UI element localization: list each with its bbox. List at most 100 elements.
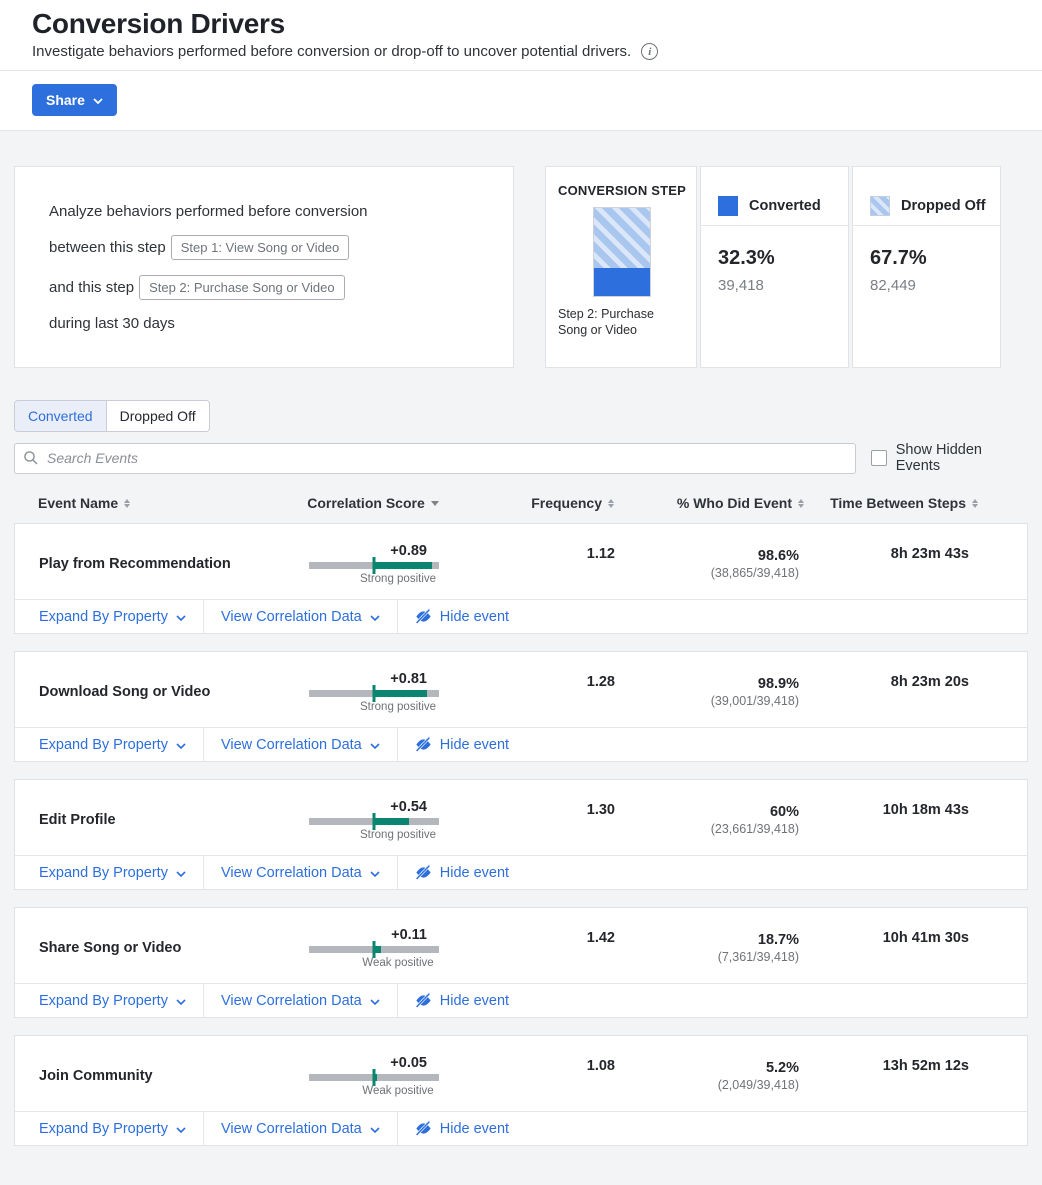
conversion-step-caption: Step 2: Purchase Song or Video bbox=[558, 306, 686, 339]
who-did-event-percent: 5.2% bbox=[718, 1060, 799, 1076]
info-icon[interactable]: i bbox=[641, 43, 658, 60]
eye-off-icon bbox=[415, 608, 432, 625]
view-correlation-data-button[interactable]: View Correlation Data bbox=[204, 1112, 398, 1145]
column-header-correlation-score[interactable]: Correlation Score bbox=[307, 495, 438, 511]
hide-event-button[interactable]: Hide event bbox=[398, 856, 526, 889]
dropped-legend-label: Dropped Off bbox=[901, 198, 986, 214]
view-correlation-data-button[interactable]: View Correlation Data bbox=[204, 984, 398, 1017]
expand-by-property-button[interactable]: Expand By Property bbox=[15, 600, 204, 633]
expand-by-property-button[interactable]: Expand By Property bbox=[15, 984, 204, 1017]
correlation-bar bbox=[309, 690, 439, 697]
hide-event-button[interactable]: Hide event bbox=[398, 984, 526, 1017]
who-did-event-percent: 98.6% bbox=[711, 548, 799, 564]
correlation-cell: +0.81 Strong positive bbox=[309, 671, 439, 713]
show-hidden-events-checkbox[interactable] bbox=[871, 450, 887, 466]
column-header-frequency[interactable]: Frequency bbox=[531, 495, 618, 511]
hide-event-button[interactable]: Hide event bbox=[398, 728, 526, 761]
dropped-bar-segment bbox=[594, 208, 650, 268]
correlation-bar-fill bbox=[374, 690, 427, 697]
hide-event-button[interactable]: Hide event bbox=[398, 1112, 526, 1145]
eye-off-icon bbox=[415, 736, 432, 753]
correlation-bar-fill bbox=[374, 562, 432, 569]
view-correlation-data-button[interactable]: View Correlation Data bbox=[204, 856, 398, 889]
correlation-cell: +0.05 Weak positive bbox=[309, 1055, 439, 1097]
column-header-event-name[interactable]: Event Name bbox=[14, 495, 298, 511]
conversion-step-cell: CONVERSION STEP Step 2: Purchase Song or… bbox=[545, 166, 697, 368]
chevron-down-icon bbox=[176, 871, 186, 877]
expand-by-property-button[interactable]: Expand By Property bbox=[15, 856, 204, 889]
frequency-value: 1.12 bbox=[587, 546, 619, 562]
time-between-steps-value: 10h 41m 30s bbox=[883, 930, 1027, 946]
toolbar: Share bbox=[0, 71, 1042, 131]
column-header-time-between-steps[interactable]: Time Between Steps bbox=[830, 495, 1028, 511]
expand-by-property-button[interactable]: Expand By Property bbox=[15, 728, 204, 761]
page-title: Conversion Drivers bbox=[32, 8, 1010, 40]
table-header: Event Name Correlation Score Frequency %… bbox=[14, 485, 1028, 523]
correlation-strength-label: Strong positive bbox=[333, 829, 463, 841]
converted-count: 39,418 bbox=[718, 277, 848, 294]
correlation-bar bbox=[309, 946, 439, 953]
main-content: Analyze behaviors performed before conve… bbox=[0, 131, 1042, 1146]
tab-converted[interactable]: Converted bbox=[15, 401, 106, 431]
correlation-bar bbox=[309, 562, 439, 569]
frequency-value: 1.08 bbox=[587, 1058, 619, 1074]
chevron-down-icon bbox=[176, 999, 186, 1005]
correlation-bar bbox=[309, 1074, 439, 1081]
view-correlation-data-button[interactable]: View Correlation Data bbox=[204, 600, 398, 633]
dropped-legend-swatch bbox=[870, 196, 890, 216]
correlation-cell: +0.11 Weak positive bbox=[309, 927, 439, 969]
step1-selector[interactable]: Step 1: View Song or Video bbox=[171, 235, 350, 260]
converted-legend-swatch bbox=[718, 196, 738, 216]
sort-icon bbox=[972, 499, 978, 508]
view-correlation-data-button[interactable]: View Correlation Data bbox=[204, 728, 398, 761]
hide-event-button[interactable]: Hide event bbox=[398, 600, 526, 633]
correlation-zero-tick bbox=[373, 1069, 376, 1086]
who-did-event-fraction: (39,001/39,418) bbox=[711, 694, 799, 708]
event-row-card: Play from Recommendation +0.89 Strong po… bbox=[14, 523, 1028, 634]
time-between-steps-value: 13h 52m 12s bbox=[883, 1058, 1027, 1074]
setup-intro: Analyze behaviors performed before conve… bbox=[49, 203, 513, 220]
frequency-value: 1.42 bbox=[587, 930, 619, 946]
event-row-card: Share Song or Video +0.11 Weak positive … bbox=[14, 907, 1028, 1018]
and-step-label: and this step bbox=[49, 279, 134, 296]
expand-by-property-button[interactable]: Expand By Property bbox=[15, 1112, 204, 1145]
share-button-label: Share bbox=[46, 92, 85, 108]
who-did-event-fraction: (7,361/39,418) bbox=[718, 950, 799, 964]
show-hidden-events-toggle[interactable]: Show Hidden Events bbox=[871, 442, 1028, 474]
analysis-setup-panel: Analyze behaviors performed before conve… bbox=[14, 166, 514, 368]
dropped-count: 82,449 bbox=[870, 277, 1000, 294]
tab-dropped-off[interactable]: Dropped Off bbox=[106, 401, 209, 431]
correlation-strength-label: Strong positive bbox=[333, 701, 463, 713]
event-rows: Play from Recommendation +0.89 Strong po… bbox=[14, 523, 1028, 1146]
sort-icon bbox=[124, 499, 130, 508]
time-between-steps-value: 8h 23m 43s bbox=[891, 546, 1027, 562]
correlation-strength-label: Weak positive bbox=[333, 1085, 463, 1097]
who-did-event-cell: 98.6% (38,865/39,418) bbox=[711, 548, 809, 580]
conversion-summary: CONVERSION STEP Step 2: Purchase Song or… bbox=[545, 166, 1001, 368]
date-range-label: during last 30 days bbox=[49, 315, 513, 332]
event-name: Share Song or Video bbox=[15, 940, 299, 956]
chevron-down-icon bbox=[370, 615, 380, 621]
column-header-who-did-event[interactable]: % Who Did Event bbox=[677, 495, 808, 511]
who-did-event-fraction: (23,661/39,418) bbox=[711, 822, 799, 836]
share-button[interactable]: Share bbox=[32, 84, 117, 116]
who-did-event-cell: 98.9% (39,001/39,418) bbox=[711, 676, 809, 708]
correlation-zero-tick bbox=[373, 813, 376, 830]
who-did-event-fraction: (2,049/39,418) bbox=[718, 1078, 799, 1092]
search-input[interactable] bbox=[14, 443, 856, 474]
page-header: Conversion Drivers Investigate behaviors… bbox=[0, 0, 1042, 71]
time-between-steps-value: 10h 18m 43s bbox=[883, 802, 1027, 818]
result-tabs: Converted Dropped Off bbox=[14, 400, 210, 432]
frequency-value: 1.30 bbox=[587, 802, 619, 818]
who-did-event-percent: 18.7% bbox=[718, 932, 799, 948]
event-row-card: Edit Profile +0.54 Strong positive 1.30 … bbox=[14, 779, 1028, 890]
search-icon bbox=[23, 450, 39, 466]
correlation-cell: +0.54 Strong positive bbox=[309, 799, 439, 841]
eye-off-icon bbox=[415, 992, 432, 1009]
chevron-down-icon bbox=[370, 1127, 380, 1133]
correlation-zero-tick bbox=[373, 685, 376, 702]
eye-off-icon bbox=[415, 1120, 432, 1137]
step2-selector[interactable]: Step 2: Purchase Song or Video bbox=[139, 275, 345, 300]
correlation-bar-fill bbox=[374, 818, 409, 825]
show-hidden-events-label: Show Hidden Events bbox=[896, 442, 1028, 474]
